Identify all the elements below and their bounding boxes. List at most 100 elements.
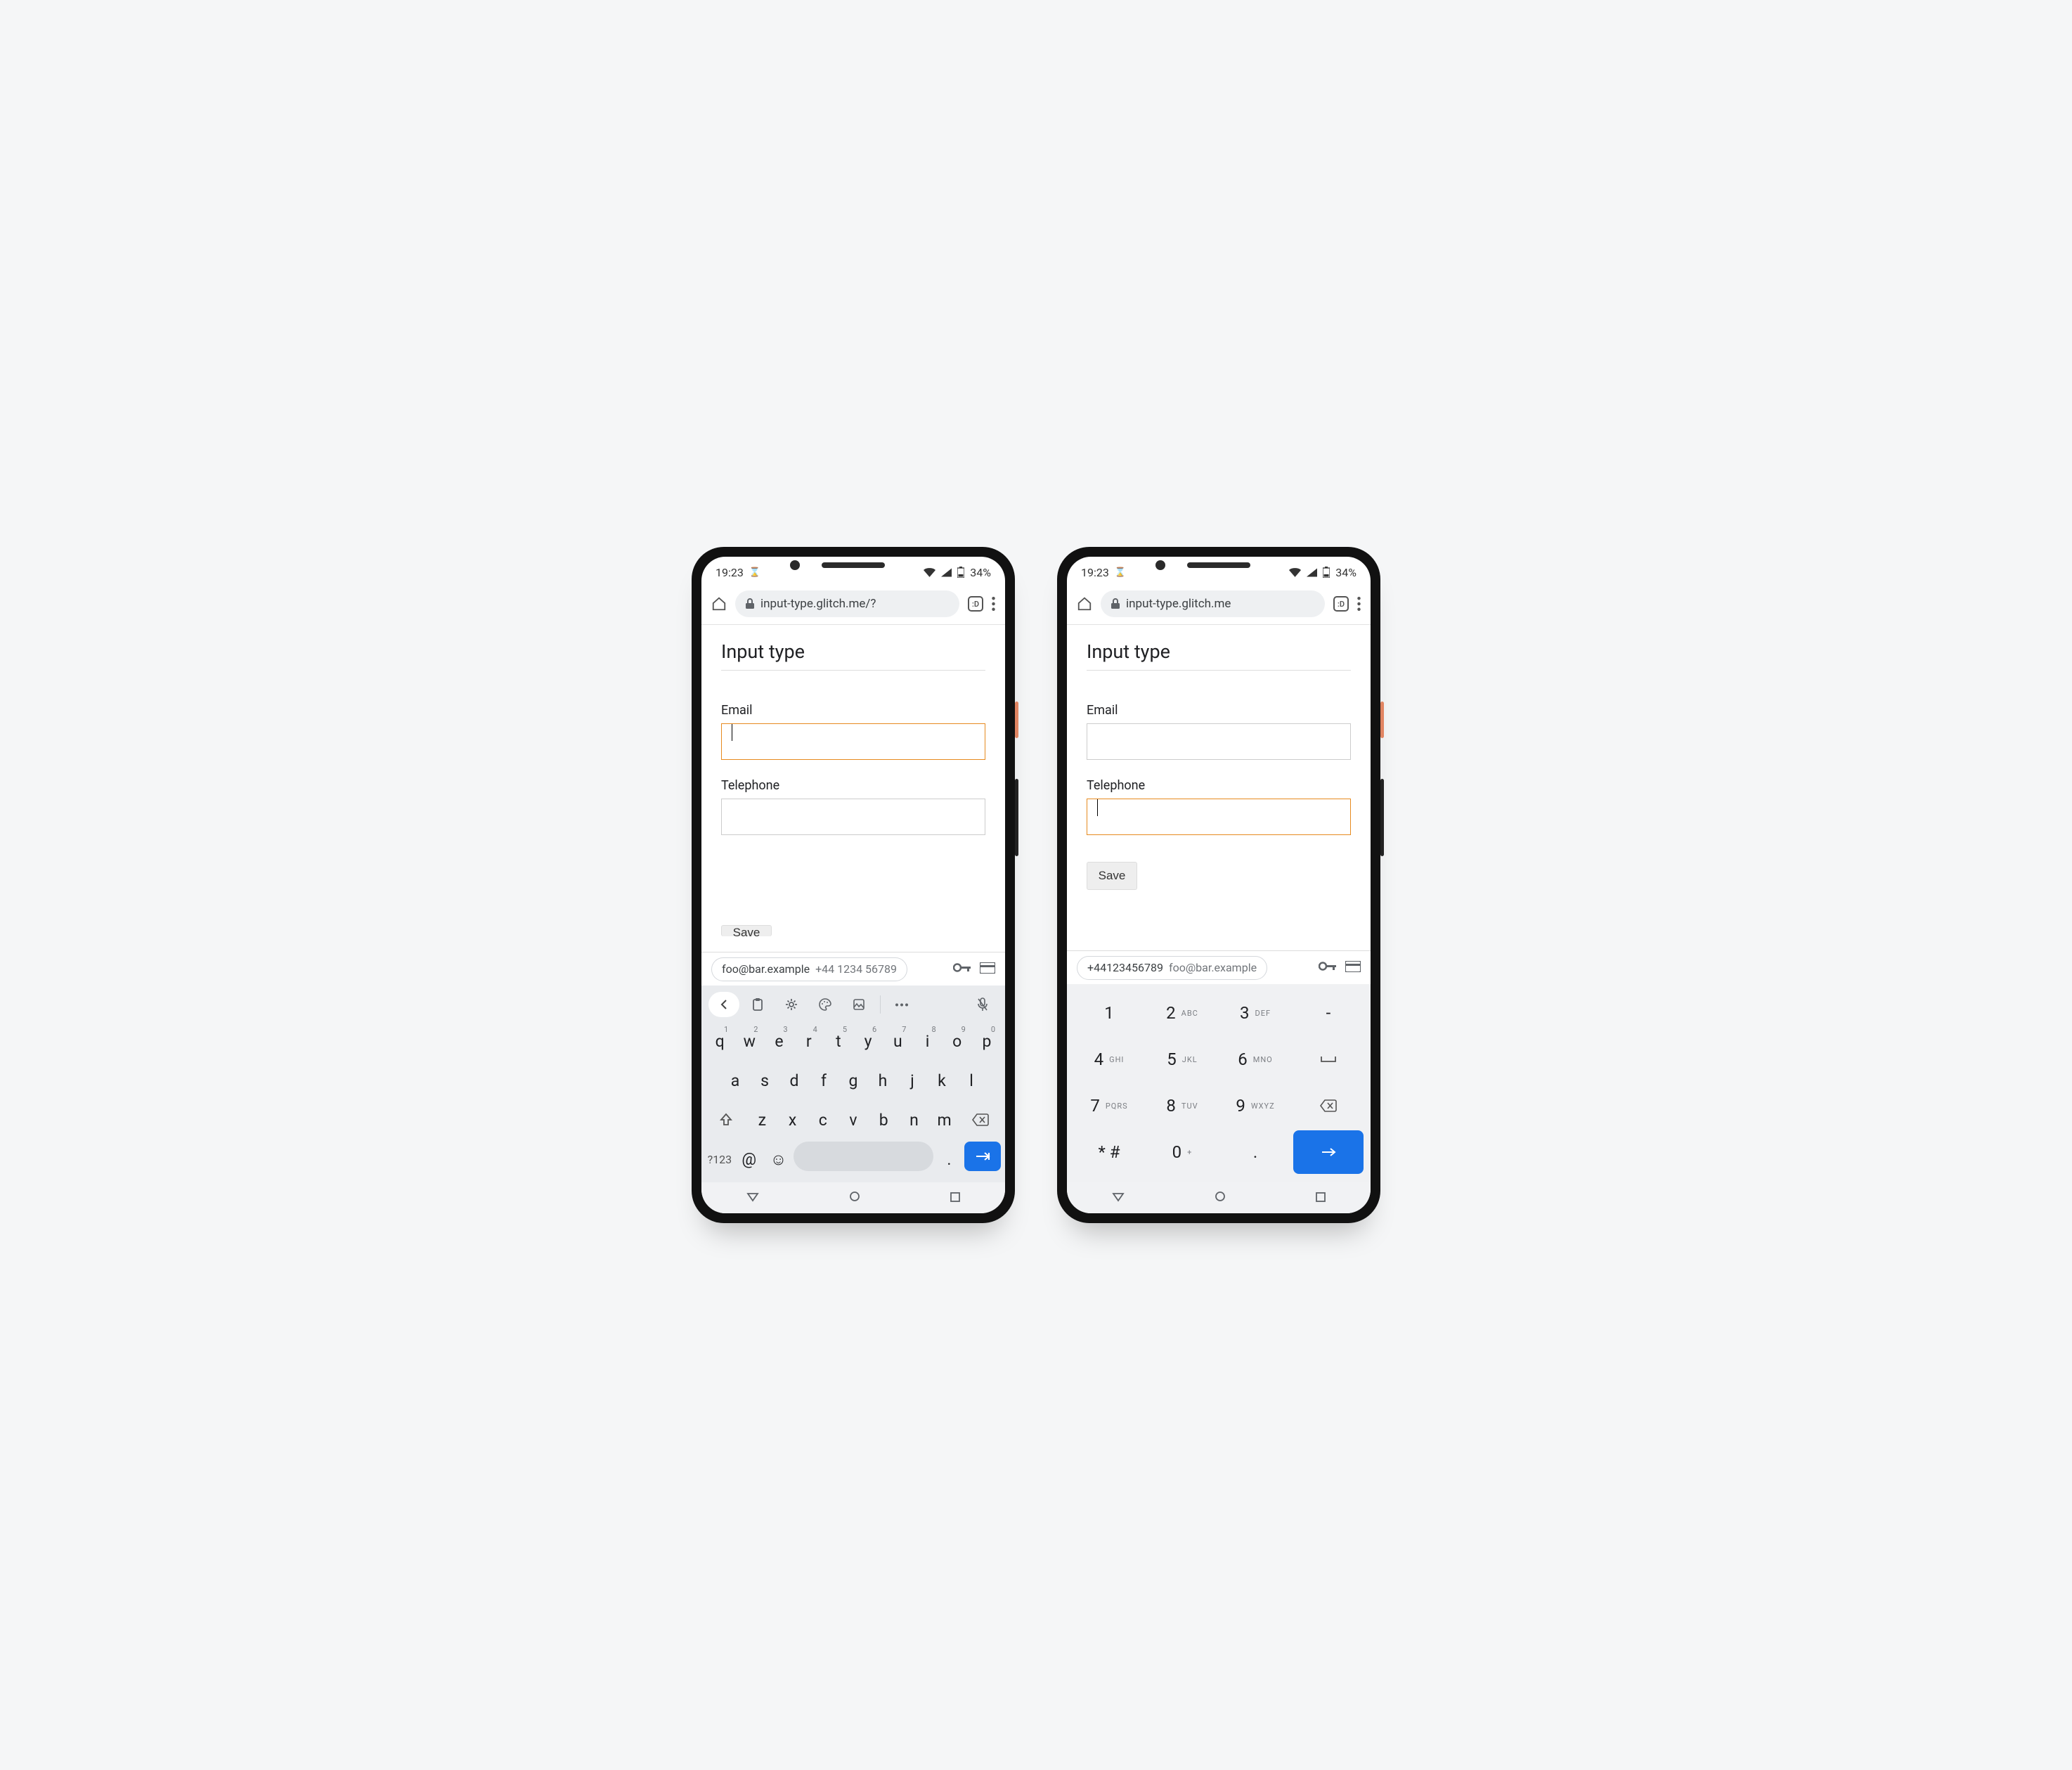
nav-home-icon[interactable] xyxy=(849,1191,860,1205)
numpad-key--[interactable]: - xyxy=(1293,991,1364,1035)
emoji-key[interactable]: ☺ xyxy=(765,1142,793,1177)
payment-card-icon[interactable] xyxy=(980,962,995,976)
numeric-keypad: 12ABC3DEF- 4GHI5JKL6MNO 7PQRS8TUV9WXYZ * #0… xyxy=(1067,984,1371,1182)
enter-key[interactable] xyxy=(1293,1130,1364,1174)
backspace-key[interactable] xyxy=(960,1102,1001,1137)
key-u[interactable]: u7 xyxy=(883,1023,912,1059)
key-z[interactable]: z xyxy=(748,1102,777,1137)
telephone-field[interactable] xyxy=(721,799,985,835)
key-r[interactable]: r4 xyxy=(795,1023,823,1059)
phone-mock-email: 19:23 ⌛ 34% xyxy=(692,547,1015,1223)
key-h[interactable]: h xyxy=(869,1063,897,1098)
battery-percent: 34% xyxy=(970,566,991,579)
battery-percent: 34% xyxy=(1335,566,1356,579)
key-w[interactable]: w2 xyxy=(735,1023,763,1059)
home-icon[interactable] xyxy=(711,596,727,612)
key-y[interactable]: y6 xyxy=(854,1023,882,1059)
numpad-key-.[interactable]: . xyxy=(1220,1130,1290,1174)
key-s[interactable]: s xyxy=(751,1063,779,1098)
key-k[interactable]: k xyxy=(928,1063,956,1098)
numpad-key-7[interactable]: 7PQRS xyxy=(1074,1084,1144,1128)
key-o[interactable]: o9 xyxy=(943,1023,971,1059)
key-m[interactable]: m xyxy=(930,1102,959,1137)
clock: 19:23 xyxy=(1081,566,1109,579)
autofill-suggestion[interactable]: foo@bar.example +44 1234 56789 xyxy=(711,957,907,981)
address-bar[interactable]: input-type.glitch.me/? xyxy=(735,590,959,617)
page-content: Input type Email Telephone Save xyxy=(1067,625,1371,950)
numpad-key-4[interactable]: 4GHI xyxy=(1074,1038,1144,1081)
page-title: Input type xyxy=(1087,640,1351,671)
key-b[interactable]: b xyxy=(869,1102,898,1137)
numpad-key-0[interactable]: 0+ xyxy=(1147,1130,1217,1174)
key-g[interactable]: g xyxy=(839,1063,867,1098)
hourglass-icon: ⌛ xyxy=(749,567,760,578)
passwords-key-icon[interactable] xyxy=(953,962,971,976)
save-button[interactable]: Save xyxy=(721,925,772,936)
qwerty-row-3: zxcvbnm xyxy=(704,1102,1002,1137)
backspace-key[interactable] xyxy=(1293,1084,1364,1128)
nav-back-icon[interactable] xyxy=(746,1191,759,1205)
space-key[interactable] xyxy=(794,1142,933,1171)
theme-palette-icon[interactable] xyxy=(810,992,841,1017)
passwords-key-icon[interactable] xyxy=(1319,961,1337,974)
key-q[interactable]: q1 xyxy=(706,1023,734,1059)
save-button[interactable]: Save xyxy=(1087,862,1137,890)
numpad-key-8[interactable]: 8TUV xyxy=(1147,1084,1217,1128)
clipboard-icon[interactable] xyxy=(742,992,773,1017)
nav-recents-icon[interactable] xyxy=(950,1191,960,1205)
key-t[interactable]: t5 xyxy=(824,1023,853,1059)
email-field[interactable] xyxy=(1087,723,1351,760)
key-a[interactable]: a xyxy=(721,1063,749,1098)
tabs-icon[interactable]: :D xyxy=(1333,596,1349,612)
tabs-icon[interactable]: :D xyxy=(968,596,983,612)
key-c[interactable]: c xyxy=(808,1102,837,1137)
email-field[interactable] xyxy=(721,723,985,760)
period-key[interactable]: . xyxy=(935,1142,963,1177)
mic-off-icon[interactable] xyxy=(967,992,998,1017)
home-icon[interactable] xyxy=(1077,596,1092,612)
battery-icon xyxy=(957,567,964,578)
numpad-key-6[interactable]: 6MNO xyxy=(1220,1038,1290,1081)
autofill-email: foo@bar.example xyxy=(1169,961,1257,974)
autofill-phone: +44 1234 56789 xyxy=(815,962,897,976)
battery-icon xyxy=(1323,567,1330,578)
key-n[interactable]: n xyxy=(900,1102,928,1137)
autofill-suggestion-row: +44123456789 foo@bar.example xyxy=(1067,950,1371,984)
settings-gear-icon[interactable] xyxy=(776,992,807,1017)
shift-key[interactable] xyxy=(706,1102,746,1137)
numpad-key-2[interactable]: 2ABC xyxy=(1147,991,1217,1035)
key-i[interactable]: i8 xyxy=(913,1023,941,1059)
address-bar[interactable]: input-type.glitch.me xyxy=(1101,590,1325,617)
numpad-key-5[interactable]: 5JKL xyxy=(1147,1038,1217,1081)
telephone-field[interactable] xyxy=(1087,799,1351,835)
at-key[interactable]: @ xyxy=(735,1142,763,1177)
space-key[interactable] xyxy=(1293,1038,1364,1081)
payment-card-icon[interactable] xyxy=(1345,961,1361,975)
menu-icon[interactable] xyxy=(992,597,995,611)
keyboard-back-icon[interactable] xyxy=(708,992,739,1017)
key-v[interactable]: v xyxy=(838,1102,867,1137)
autofill-suggestion[interactable]: +44123456789 foo@bar.example xyxy=(1077,956,1267,980)
symbols-key[interactable]: ?123 xyxy=(706,1142,734,1177)
nav-home-icon[interactable] xyxy=(1215,1191,1226,1205)
autofill-suggestion-row: foo@bar.example +44 1234 56789 xyxy=(701,952,1005,986)
nav-recents-icon[interactable] xyxy=(1316,1191,1326,1205)
key-f[interactable]: f xyxy=(810,1063,838,1098)
numpad-key-9[interactable]: 9WXYZ xyxy=(1220,1084,1290,1128)
autofill-phone: +44123456789 xyxy=(1087,961,1163,974)
text-tool-icon[interactable] xyxy=(843,992,874,1017)
key-e[interactable]: e3 xyxy=(765,1023,793,1059)
more-icon[interactable] xyxy=(886,992,917,1017)
key-l[interactable]: l xyxy=(957,1063,985,1098)
nav-back-icon[interactable] xyxy=(1112,1191,1125,1205)
numpad-key-3[interactable]: 3DEF xyxy=(1220,991,1290,1035)
key-p[interactable]: p0 xyxy=(973,1023,1001,1059)
key-d[interactable]: d xyxy=(780,1063,808,1098)
toolbar-separator xyxy=(880,995,881,1014)
numpad-key-*#[interactable]: * # xyxy=(1074,1130,1144,1174)
menu-icon[interactable] xyxy=(1357,597,1361,611)
numpad-key-1[interactable]: 1 xyxy=(1074,991,1144,1035)
key-j[interactable]: j xyxy=(898,1063,926,1098)
enter-key[interactable] xyxy=(964,1142,1001,1171)
key-x[interactable]: x xyxy=(778,1102,807,1137)
